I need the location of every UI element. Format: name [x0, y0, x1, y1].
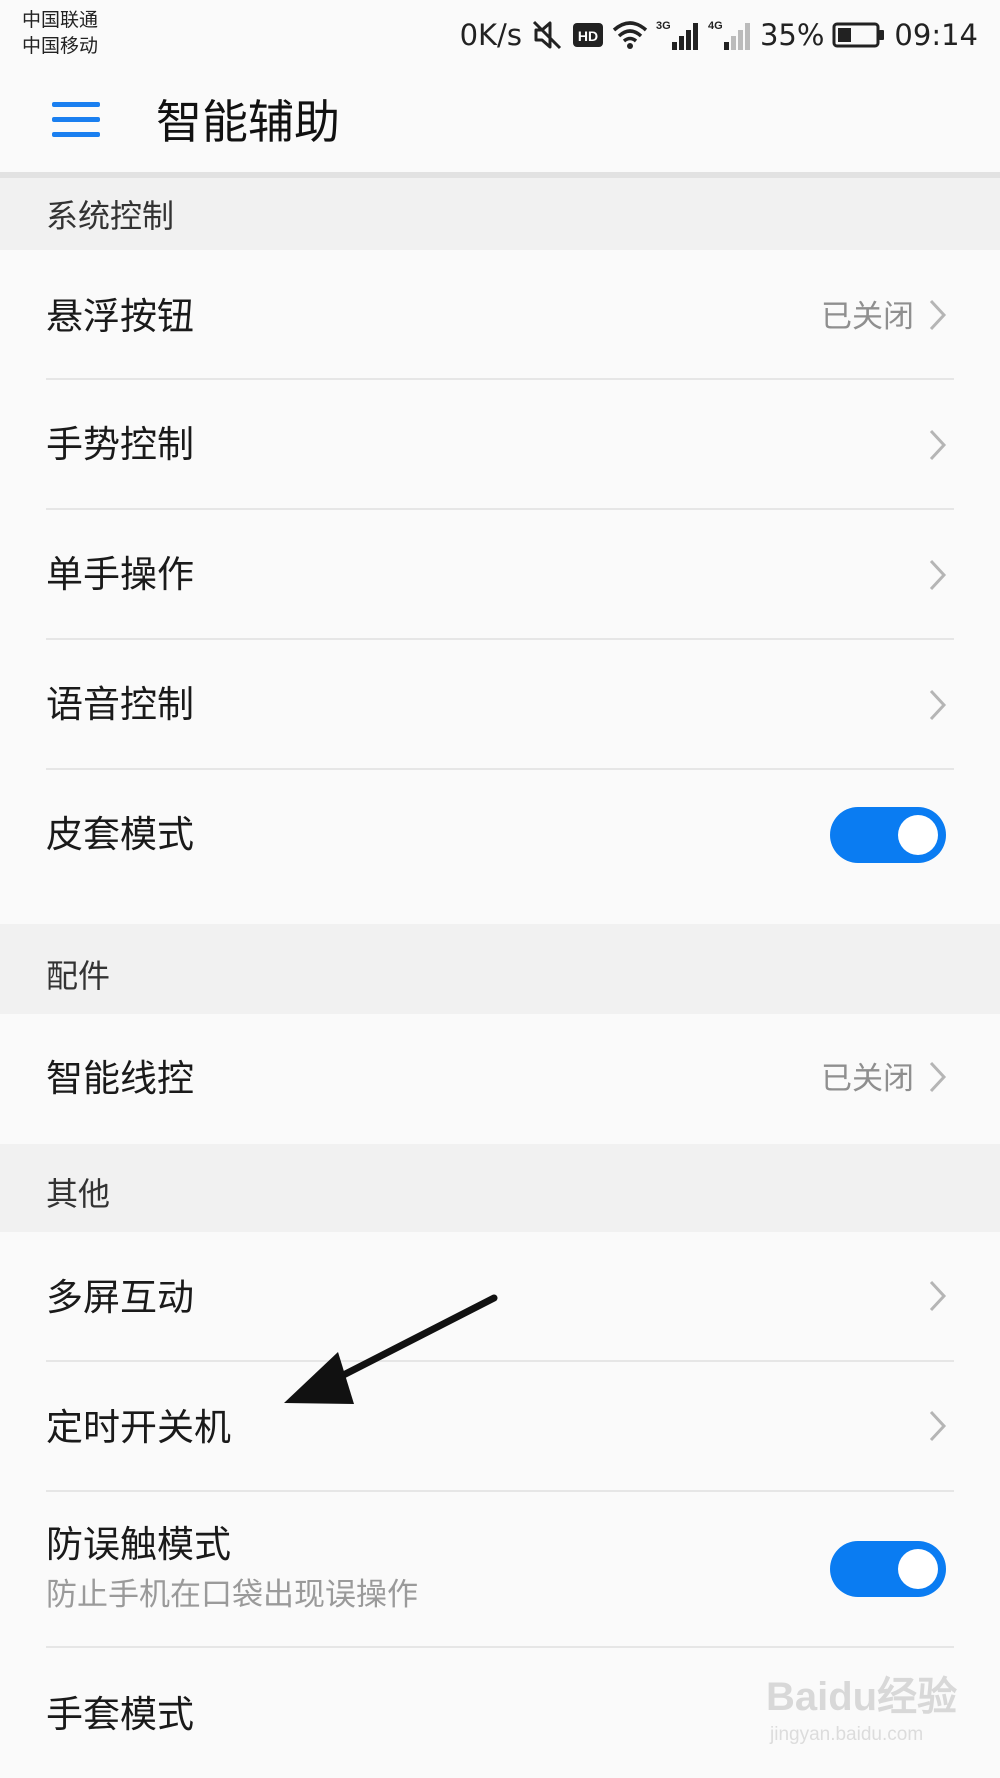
carrier-2: 中国移动	[22, 35, 99, 57]
carrier-1: 中国联通	[22, 9, 99, 31]
chevron-right-icon	[929, 559, 947, 591]
toggle-knob	[898, 1549, 938, 1589]
status-indicators: 0K/s HD 3G 4G 35% 09:14	[460, 12, 978, 58]
section-title: 配件	[46, 957, 111, 995]
setting-one-handed-mode[interactable]: 单手操作	[0, 510, 1000, 640]
setting-label: 悬浮按钮	[46, 295, 194, 338]
wifi-icon	[612, 20, 648, 50]
setting-voice-control[interactable]: 语音控制	[0, 640, 1000, 770]
setting-multi-screen[interactable]: 多屏互动	[0, 1232, 1000, 1362]
section-header-other: 其他	[0, 1144, 1000, 1232]
battery-icon	[832, 20, 886, 50]
setting-scheduled-power[interactable]: 定时开关机	[0, 1362, 1000, 1492]
signal-3g-icon: 3G	[656, 18, 700, 52]
setting-label: 皮套模式	[46, 813, 194, 856]
section-title: 其他	[46, 1175, 111, 1213]
watermark-sub: jingyan.baidu.com	[770, 1724, 924, 1745]
setting-label: 手套模式	[46, 1693, 194, 1736]
signal-4g-icon: 4G	[708, 18, 752, 52]
chevron-right-icon	[929, 1061, 947, 1093]
setting-label: 多屏互动	[46, 1276, 194, 1319]
setting-label: 单手操作	[46, 553, 194, 596]
battery-fill	[838, 28, 852, 42]
setting-gesture-control[interactable]: 手势控制	[0, 380, 1000, 510]
setting-floating-button[interactable]: 悬浮按钮 已关闭	[0, 250, 1000, 380]
chevron-right-icon	[929, 1410, 947, 1442]
mute-icon	[530, 18, 564, 52]
baidu-watermark: Baidu经验 jingyan.baidu.com	[766, 1672, 966, 1762]
app-header: 智能辅助	[0, 68, 1000, 172]
setting-label: 手势控制	[46, 423, 194, 466]
setting-smart-wired-control[interactable]: 智能线控 已关闭	[0, 1014, 1000, 1144]
signal-4g-label: 4G	[708, 20, 723, 32]
setting-status: 已关闭	[821, 299, 914, 335]
setting-cover-mode: 皮套模式	[0, 770, 1000, 924]
section-header-accessories: 配件	[0, 924, 1000, 1014]
carrier-names: 中国联通 中国移动	[22, 7, 98, 59]
chevron-right-icon	[929, 1280, 947, 1312]
hd-badge-text: HD	[578, 28, 598, 44]
clock: 09:14	[894, 18, 978, 52]
signal-3g-label: 3G	[656, 20, 671, 32]
setting-pocket-mode: 防误触模式 防止手机在口袋出现误操作	[0, 1492, 1000, 1648]
chevron-right-icon	[929, 429, 947, 461]
setting-label: 语音控制	[46, 683, 194, 726]
net-speed: 0K/s	[459, 18, 522, 52]
watermark-main: Baidu经验	[766, 1675, 958, 1719]
chevron-right-icon	[929, 299, 947, 331]
section-header-system-control: 系统控制	[0, 178, 1000, 250]
setting-label: 定时开关机	[46, 1406, 231, 1449]
cover-mode-toggle[interactable]	[830, 807, 946, 863]
setting-description: 防止手机在口袋出现误操作	[46, 1577, 418, 1613]
pocket-mode-toggle[interactable]	[830, 1541, 946, 1597]
setting-status: 已关闭	[821, 1061, 914, 1097]
setting-label: 防误触模式	[46, 1523, 231, 1566]
settings-screen: 中国联通 中国移动 0K/s HD 3G 4G 35% 09:14 智能辅助 系…	[0, 0, 1000, 1778]
section-title: 系统控制	[46, 197, 175, 235]
toggle-knob	[898, 815, 938, 855]
battery-percent: 35%	[759, 18, 825, 52]
status-bar: 中国联通 中国移动 0K/s HD 3G 4G 35% 09:14	[0, 0, 1000, 68]
hd-icon: HD	[572, 20, 604, 50]
hamburger-menu-icon[interactable]	[48, 96, 104, 144]
chevron-right-icon	[929, 689, 947, 721]
page-title: 智能辅助	[156, 95, 340, 149]
setting-label: 智能线控	[46, 1057, 194, 1100]
